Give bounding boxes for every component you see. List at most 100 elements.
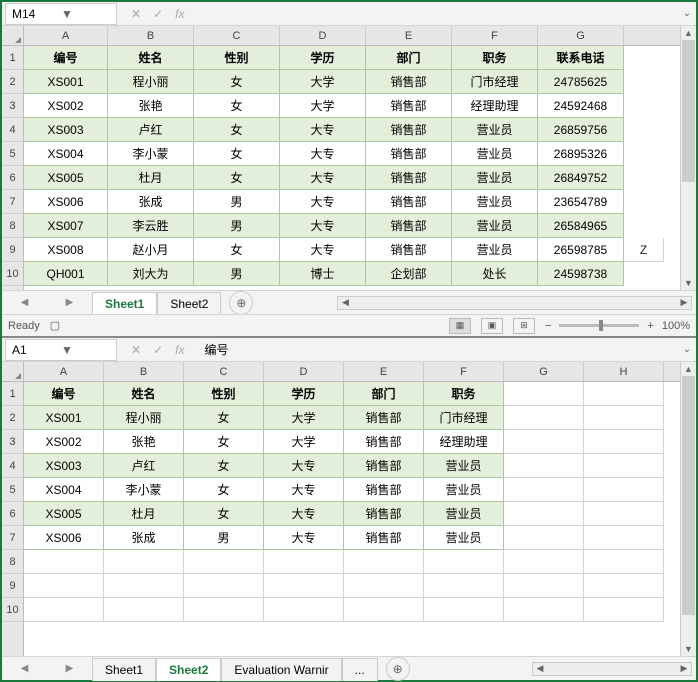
scroll-right-icon[interactable]: ▶: [677, 297, 691, 308]
cell[interactable]: [264, 598, 344, 622]
name-box[interactable]: A1 ▼: [5, 339, 117, 361]
cell[interactable]: QH001: [24, 262, 108, 286]
cell[interactable]: XS003: [24, 454, 104, 478]
cell[interactable]: 处长: [452, 262, 538, 286]
cell[interactable]: [584, 598, 664, 622]
cell[interactable]: 女: [194, 238, 280, 262]
cell[interactable]: 营业员: [424, 478, 504, 502]
horizontal-scrollbar[interactable]: ◀ ▶: [337, 296, 692, 310]
cell[interactable]: XS003: [24, 118, 108, 142]
cell[interactable]: 女: [184, 478, 264, 502]
cell[interactable]: 26584965: [538, 214, 624, 238]
cell[interactable]: 编号: [24, 382, 104, 406]
cell[interactable]: 26849752: [538, 166, 624, 190]
vertical-scrollbar[interactable]: ▲ ▼: [680, 362, 696, 656]
cell[interactable]: 营业员: [452, 214, 538, 238]
cell[interactable]: 联系电话: [538, 46, 624, 70]
cell[interactable]: 销售部: [344, 406, 424, 430]
cell[interactable]: 销售部: [366, 166, 452, 190]
cell[interactable]: 女: [184, 430, 264, 454]
cell[interactable]: 大专: [264, 454, 344, 478]
cell[interactable]: [184, 598, 264, 622]
column-header-D[interactable]: D: [264, 362, 344, 381]
scroll-thumb[interactable]: [682, 40, 695, 182]
cell[interactable]: 学历: [280, 46, 366, 70]
column-header-E[interactable]: E: [344, 362, 424, 381]
cell[interactable]: Z: [624, 238, 664, 262]
cell[interactable]: 男: [194, 214, 280, 238]
cell[interactable]: 男: [194, 262, 280, 286]
cell[interactable]: 李小蒙: [108, 142, 194, 166]
column-header-D[interactable]: D: [280, 26, 366, 45]
row-header-3[interactable]: 3: [2, 430, 23, 454]
row-header-4[interactable]: 4: [2, 118, 23, 142]
row-header-7[interactable]: 7: [2, 190, 23, 214]
cell[interactable]: 大学: [264, 430, 344, 454]
cell[interactable]: 销售部: [344, 478, 424, 502]
cell[interactable]: XS007: [24, 214, 108, 238]
cell[interactable]: 销售部: [366, 214, 452, 238]
column-header-B[interactable]: B: [104, 362, 184, 381]
cell[interactable]: XS001: [24, 406, 104, 430]
normal-view-button[interactable]: ▦: [449, 318, 471, 334]
column-header-E[interactable]: E: [366, 26, 452, 45]
cell[interactable]: [584, 526, 664, 550]
cell[interactable]: 女: [194, 70, 280, 94]
cell[interactable]: [184, 550, 264, 574]
row-header-10[interactable]: 10: [2, 598, 23, 622]
column-header-A[interactable]: A: [24, 362, 104, 381]
cell[interactable]: 女: [194, 166, 280, 190]
scroll-up-icon[interactable]: ▲: [681, 362, 696, 376]
cell[interactable]: 26895326: [538, 142, 624, 166]
row-header-9[interactable]: 9: [2, 238, 23, 262]
cell[interactable]: 大专: [280, 214, 366, 238]
cell[interactable]: XS008: [24, 238, 108, 262]
cell[interactable]: 部门: [366, 46, 452, 70]
cell[interactable]: 销售部: [366, 94, 452, 118]
scroll-left-icon[interactable]: ◀: [533, 663, 547, 674]
row-header-8[interactable]: 8: [2, 550, 23, 574]
column-header-F[interactable]: F: [424, 362, 504, 381]
scroll-thumb[interactable]: [682, 376, 695, 615]
column-header-C[interactable]: C: [194, 26, 280, 45]
cell[interactable]: 刘大为: [108, 262, 194, 286]
cell[interactable]: 张艳: [108, 94, 194, 118]
cell[interactable]: XS001: [24, 70, 108, 94]
grid-cells[interactable]: ABCDEFG 编号姓名性别学历部门职务联系电话XS001程小丽女大学销售部门市…: [24, 26, 680, 290]
cell[interactable]: [344, 598, 424, 622]
cell[interactable]: 编号: [24, 46, 108, 70]
cell[interactable]: [504, 454, 584, 478]
column-header-F[interactable]: F: [452, 26, 538, 45]
row-header-2[interactable]: 2: [2, 406, 23, 430]
grid-cells[interactable]: ABCDEFGH 编号姓名性别学历部门职务XS001程小丽女大学销售部门市经理X…: [24, 362, 680, 656]
cell[interactable]: 门市经理: [424, 406, 504, 430]
cell[interactable]: 职务: [424, 382, 504, 406]
cell[interactable]: 24598738: [538, 262, 624, 286]
cell[interactable]: 23654789: [538, 190, 624, 214]
scroll-down-icon[interactable]: ▼: [681, 642, 696, 656]
cell[interactable]: 卢红: [108, 118, 194, 142]
row-header-5[interactable]: 5: [2, 142, 23, 166]
cell[interactable]: 营业员: [452, 166, 538, 190]
cell[interactable]: 大学: [280, 94, 366, 118]
row-header-1[interactable]: 1: [2, 46, 23, 70]
cell[interactable]: 大专: [280, 238, 366, 262]
cell[interactable]: 销售部: [366, 190, 452, 214]
cell[interactable]: 经理助理: [452, 94, 538, 118]
cell[interactable]: [24, 598, 104, 622]
cell[interactable]: 性别: [194, 46, 280, 70]
column-header-C[interactable]: C: [184, 362, 264, 381]
scroll-left-icon[interactable]: ◀: [338, 297, 352, 308]
zoom-in-button[interactable]: +: [647, 320, 653, 332]
cell[interactable]: [584, 382, 664, 406]
cell[interactable]: 26598785: [538, 238, 624, 262]
cell[interactable]: [424, 550, 504, 574]
cell[interactable]: 销售部: [366, 238, 452, 262]
sheet-tab[interactable]: Sheet2: [156, 658, 221, 681]
scroll-down-icon[interactable]: ▼: [681, 276, 696, 290]
cell[interactable]: XS006: [24, 526, 104, 550]
sheet-tab[interactable]: Sheet2: [157, 292, 221, 315]
cell[interactable]: XS002: [24, 430, 104, 454]
name-box-dropdown-icon[interactable]: ▼: [57, 7, 110, 21]
cell[interactable]: [504, 526, 584, 550]
